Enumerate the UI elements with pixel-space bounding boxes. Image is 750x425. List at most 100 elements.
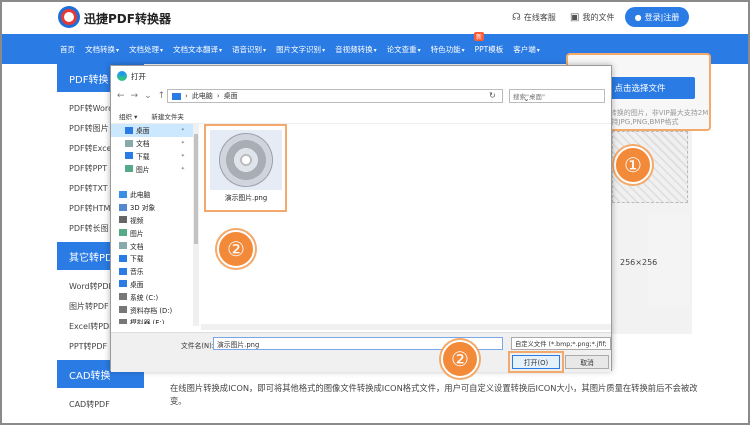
nav-item[interactable]: 音视频转换▾ <box>335 44 377 55</box>
cube-icon <box>119 203 127 211</box>
up-arrow-icon[interactable]: ↑ <box>158 91 166 101</box>
step-2-marker-open: ② <box>441 340 479 378</box>
path-sep-icon: › <box>216 92 220 100</box>
dropdown-caret-icon: ▾ <box>417 46 421 54</box>
file-type-select[interactable]: 自定义文件 (*.bmp;*.png;*.jfif; <box>511 337 611 350</box>
open-button[interactable]: 打开(O) <box>512 355 560 369</box>
nav-item-label: 图片文字识别 <box>276 44 322 54</box>
tree-item-label: 音乐 <box>130 268 144 277</box>
path-segment-pc[interactable]: 此电脑 <box>192 91 213 101</box>
nav-item[interactable]: 文档处理▾ <box>129 44 163 55</box>
brand-name[interactable]: 迅捷PDF转换器 <box>84 10 171 27</box>
path-segment-desktop[interactable]: 桌面 <box>224 91 238 101</box>
nav-item[interactable]: 图片文字识别▾ <box>276 44 325 55</box>
forward-arrow-icon[interactable]: → <box>131 91 139 101</box>
nav-item[interactable]: 文档文本翻译▾ <box>173 44 222 55</box>
tree-item[interactable]: 下载 <box>111 252 193 265</box>
service-link[interactable]: ☊ 在线客服 <box>512 12 556 23</box>
nav-item[interactable]: 语音识别▾ <box>232 44 266 55</box>
refresh-icon[interactable]: ↻ <box>489 91 496 100</box>
tree-item <box>111 175 193 188</box>
tree-scrollbar[interactable] <box>193 124 199 326</box>
computer-icon <box>119 190 127 198</box>
dropdown-caret-icon: ▾ <box>219 46 223 54</box>
tree-item[interactable]: 桌面 ✦ <box>111 124 193 137</box>
tree-item-label: 下载 <box>136 152 150 161</box>
picture-icon <box>119 229 127 237</box>
dropdown-caret-icon: ▾ <box>322 46 326 54</box>
tree-item[interactable]: 音乐 <box>111 265 193 278</box>
pin-icon: ✦ <box>180 140 185 147</box>
new-folder-button[interactable]: 新建文件夹 <box>151 111 184 121</box>
sidebar-item[interactable]: CAD转PDF <box>57 394 144 414</box>
organize-button[interactable]: 组织 ▾ <box>119 111 137 121</box>
search-input[interactable]: 搜索"桌面" <box>509 89 605 103</box>
drive-icon <box>119 293 127 301</box>
content-hscroll[interactable] <box>201 324 611 330</box>
picture-icon <box>125 165 133 173</box>
tree-item[interactable]: 系统 (C:) <box>111 290 193 303</box>
nav-item-label: 音视频转换 <box>335 44 373 54</box>
filename-bar: 文件名(N): 演示图片.png 自定义文件 (*.bmp;*.png;*.jf… <box>111 332 611 373</box>
nav-item[interactable]: 文档转换▾ <box>85 44 119 55</box>
nav-item-label: 语音识别 <box>232 44 263 54</box>
address-bar: ← → ⌄ ↑ › 此电脑 › 桌面 ⌄ ↻ 搜索"桌面" <box>111 86 611 106</box>
tree-item-label: 资料存档 (D:) <box>130 306 173 315</box>
tree-item[interactable]: 下载 ✦ <box>111 150 193 163</box>
back-arrow-icon[interactable]: ← <box>117 91 125 101</box>
tree-item[interactable]: 文档 ✦ <box>111 137 193 150</box>
top-header: 迅捷PDF转换器 ☊ 在线客服 ▣ 我的文件 ● 登录|注册 <box>0 0 750 34</box>
pin-icon: ✦ <box>180 152 185 159</box>
tree-item[interactable]: 图片 ✦ <box>111 162 193 175</box>
drive-icon <box>119 306 127 314</box>
nav-item[interactable]: 特色功能▾ <box>431 44 465 55</box>
dialog-title: 打开 <box>131 71 146 81</box>
brand-logo-icon[interactable] <box>58 6 80 28</box>
tree-item[interactable]: 模拟器 (E:) <box>111 316 193 324</box>
myfiles-label: 我的文件 <box>582 13 615 22</box>
login-button[interactable]: ● 登录|注册 <box>625 7 689 27</box>
nav-item[interactable]: 首页 <box>60 44 75 55</box>
dropdown-caret-icon: ▾ <box>116 46 120 54</box>
nav-item[interactable]: 论文查重▾ <box>387 44 421 55</box>
dropdown-caret-icon: ▾ <box>536 46 540 54</box>
pc-icon <box>172 92 181 100</box>
dialog-titlebar: 打开 <box>111 66 611 86</box>
nav-item-label: PPT模板 <box>474 44 504 54</box>
nav-item[interactable]: 客户端▾ <box>513 44 540 55</box>
video-icon <box>119 216 127 224</box>
new-badge: 新 <box>474 32 485 41</box>
headset-icon: ☊ <box>512 12 521 23</box>
tree-item[interactable]: 图片 <box>111 226 193 239</box>
file-item[interactable]: 演示图片.png <box>204 124 287 212</box>
tree-item[interactable]: 桌面 <box>111 278 193 291</box>
nav-item[interactable]: PPT模板 <box>475 44 504 55</box>
tree-item[interactable]: 文档 <box>111 239 193 252</box>
tree-item-label: 下载 <box>130 255 144 264</box>
dropdown-caret-icon: ▾ <box>160 46 164 54</box>
tree-item-label: 此电脑 <box>130 191 151 200</box>
drive-icon <box>119 318 127 324</box>
nav-tree: 桌面 ✦ 文档 ✦ 下载 ✦ 图片 ✦ 此电脑 3D 对象 视频 图片 文档 下载 音乐 桌面 系统 (C:) 资… <box>111 124 193 324</box>
tree-item-label: 桌面 <box>130 280 144 289</box>
tree-item[interactable]: 3D 对象 <box>111 201 193 214</box>
music-icon <box>119 267 127 275</box>
dropdown-caret-icon: ▾ <box>461 46 465 54</box>
step-1-marker: ① <box>614 146 652 184</box>
tree-item-label: 模拟器 (E:) <box>130 319 165 324</box>
tree-item[interactable]: 资料存档 (D:) <box>111 303 193 316</box>
tree-item-label: 桌面 <box>136 127 150 136</box>
tree-item[interactable]: 此电脑 <box>111 188 193 201</box>
myfiles-link[interactable]: ▣ 我的文件 <box>570 12 614 23</box>
file-thumbnail <box>210 130 282 190</box>
recent-chevron-icon[interactable]: ⌄ <box>144 91 152 101</box>
nav-item-label: 文档文本翻译 <box>173 44 219 54</box>
document-icon <box>119 242 127 250</box>
tree-item-label: 图片 <box>130 229 144 238</box>
tree-item-label: 系统 (C:) <box>130 293 159 302</box>
size-text: 256×256 <box>620 258 658 267</box>
cancel-button[interactable]: 取消 <box>565 355 609 369</box>
dropdown-caret-icon: ▾ <box>373 46 377 54</box>
path-box[interactable]: › 此电脑 › 桌面 ⌄ <box>167 89 530 103</box>
tree-item[interactable]: 视频 <box>111 214 193 227</box>
